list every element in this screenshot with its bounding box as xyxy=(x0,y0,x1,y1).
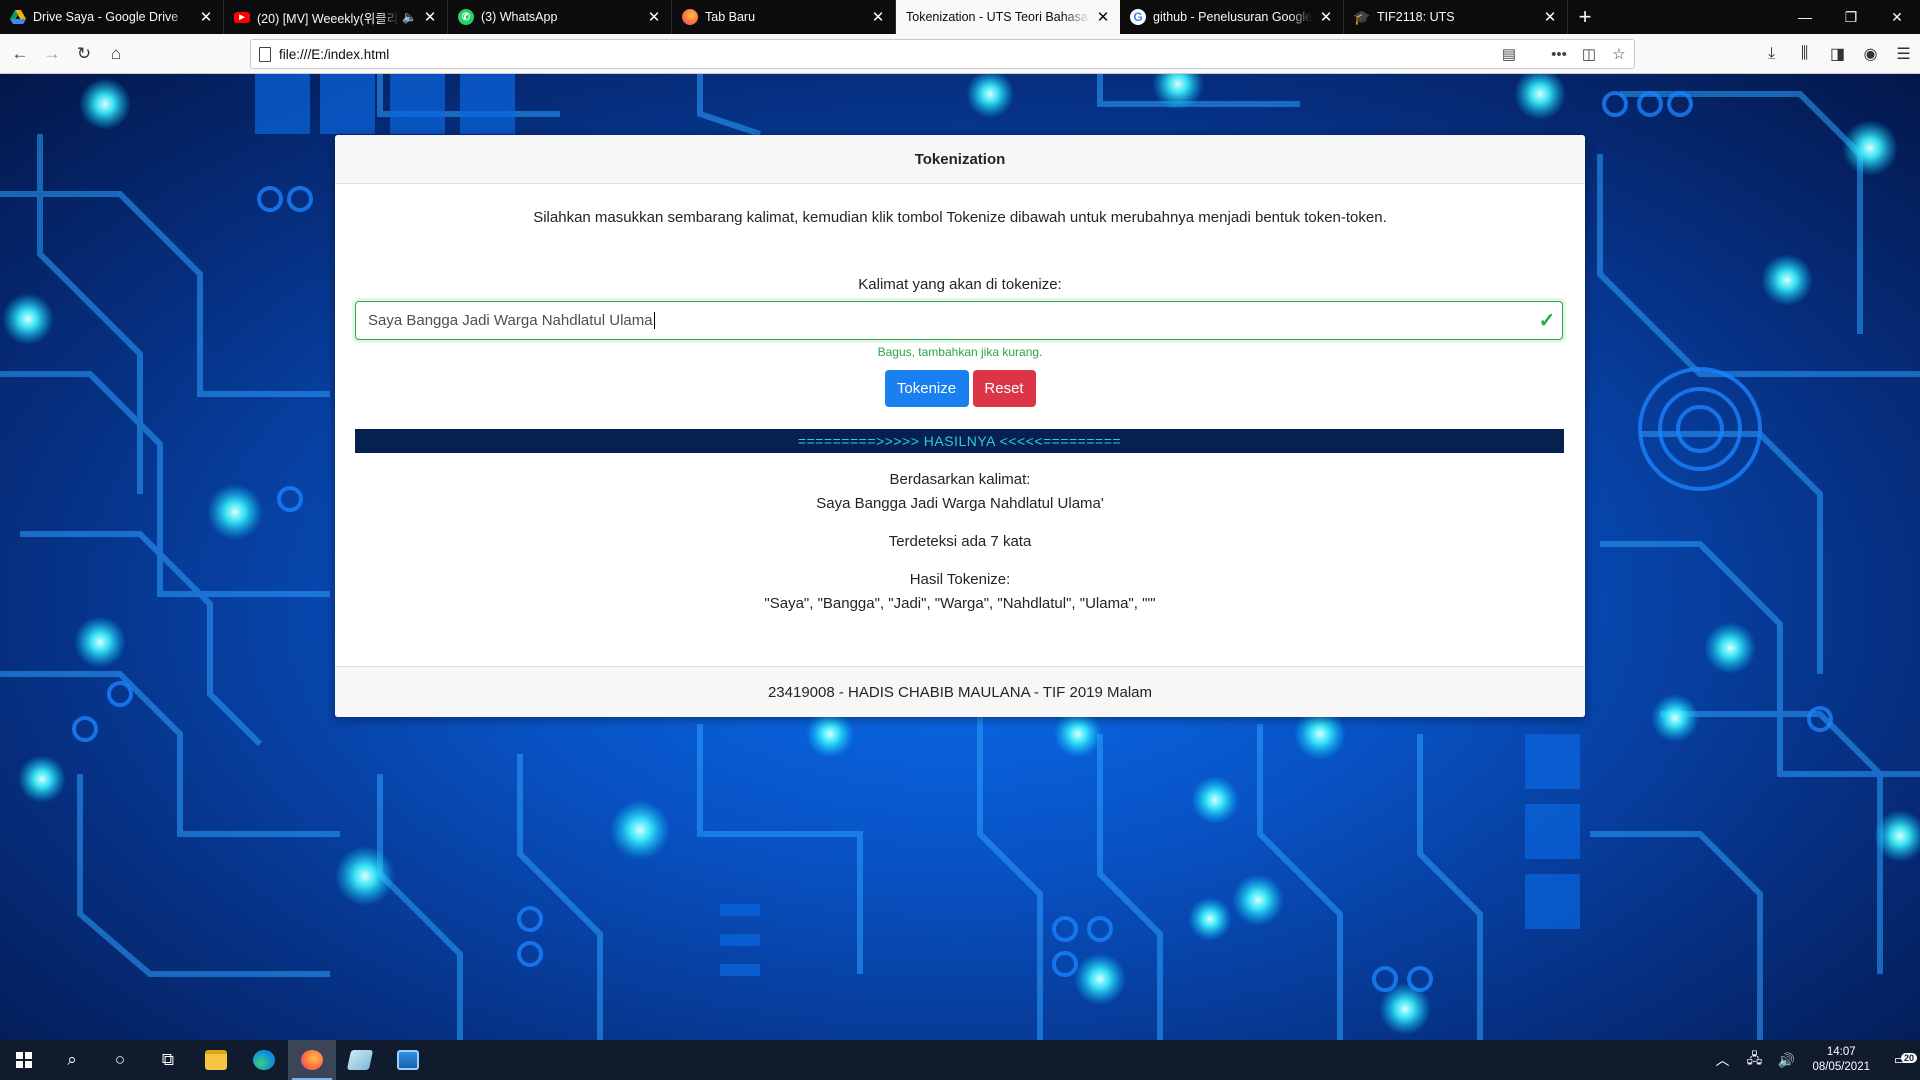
clock[interactable]: 14:07 08/05/2021 xyxy=(1802,1045,1880,1075)
result-banner: =========>>>>> HASILNYA <<<<<========= xyxy=(355,429,1564,453)
tab-title: (20) [MV] Weeekly(위클리) _ Z xyxy=(257,11,401,26)
tokenize-button[interactable]: Tokenize xyxy=(884,370,969,407)
home-icon[interactable]: ⌂ xyxy=(100,38,132,70)
sentence-input[interactable]: Saya Bangga Jadi Warga Nahdlatul Ulama ✓ xyxy=(355,301,1563,340)
bookmark-star-icon[interactable]: ☆ xyxy=(1604,45,1634,63)
reader-view-icon[interactable]: ▤ xyxy=(1494,45,1524,63)
speaker-icon[interactable]: 🔈 xyxy=(402,10,417,24)
reload-icon[interactable]: ↻ xyxy=(68,38,100,70)
tray-expand-icon[interactable]: ︿ xyxy=(1706,1050,1738,1070)
menu-icon[interactable]: ☰ xyxy=(1887,38,1920,70)
page-viewport: Tokenization Silahkan masukkan sembarang… xyxy=(0,74,1920,1040)
pocket-icon[interactable]: ◫ xyxy=(1574,45,1604,63)
taskbar: ⌕ ○ ⧉ ︿ 🖧 🔊 14:07 08/05/2021 ▭ 20 xyxy=(0,1040,1920,1080)
valid-check-icon: ✓ xyxy=(1538,310,1556,332)
restore-icon[interactable]: ❐ xyxy=(1828,0,1874,34)
result-section: Berdasarkan kalimat: Saya Bangga Jadi Wa… xyxy=(335,468,1585,630)
close-icon[interactable]: ✕ xyxy=(1541,8,1559,26)
volume-icon[interactable]: 🔊 xyxy=(1770,1052,1802,1069)
url-text[interactable]: file:///E:/index.html xyxy=(279,47,1494,62)
google-icon: G xyxy=(1130,9,1146,25)
whatsapp-icon: ✆ xyxy=(458,9,474,25)
edge-icon[interactable] xyxy=(240,1040,288,1080)
sidebar-icon[interactable]: ◨ xyxy=(1821,38,1854,70)
valid-feedback: Bagus, tambahkan jika kurang. xyxy=(877,345,1043,359)
card-footer: 23419008 - HADIS CHABIB MAULANA - TIF 20… xyxy=(335,666,1585,717)
tab-google-drive[interactable]: Drive Saya - Google Drive ✕ xyxy=(0,0,224,34)
sentence-input-value[interactable]: Saya Bangga Jadi Warga Nahdlatul Ulama xyxy=(368,312,1532,330)
photos-icon[interactable] xyxy=(384,1040,432,1080)
toolbar-right: ⤓ ⫼ ◨ ◉ ☰ xyxy=(1755,38,1920,70)
firefox-taskbar-icon[interactable] xyxy=(288,1040,336,1080)
tab-google-search[interactable]: G github - Penelusuran Google ✕ xyxy=(1120,0,1344,34)
tokens-label: Hasil Tokenize: xyxy=(909,571,1011,588)
page-icon xyxy=(259,46,271,62)
library-icon[interactable]: ⫼ xyxy=(1788,38,1821,70)
tab-whatsapp[interactable]: ✆ (3) WhatsApp ✕ xyxy=(448,0,672,34)
tab-youtube[interactable]: ▶ (20) [MV] Weeekly(위클리) _ Z 🔈 ✕ xyxy=(224,0,448,34)
word-count-text: Terdeteksi ada 7 kata xyxy=(888,533,1032,550)
input-sentence-echo: Saya Bangga Jadi Warga Nahdlatul Ulama' xyxy=(816,495,1104,512)
nav-bar: ← → ↻ ⌂ file:///E:/index.html ▤ ••• ◫ ☆ … xyxy=(0,34,1920,74)
text-caret xyxy=(653,312,655,330)
notepad-icon[interactable] xyxy=(336,1040,384,1080)
based-on-label: Berdasarkan kalimat: xyxy=(889,471,1031,488)
moodle-icon: 🎓 xyxy=(1353,8,1371,25)
reset-button[interactable]: Reset xyxy=(972,370,1036,407)
task-view-icon[interactable]: ⧉ xyxy=(144,1040,192,1080)
new-tab-button[interactable]: + xyxy=(1568,0,1602,34)
window-controls: — ❐ ✕ xyxy=(1782,0,1920,34)
clock-date: 08/05/2021 xyxy=(1812,1061,1870,1073)
button-group: Tokenize Reset xyxy=(335,370,1585,407)
youtube-icon: ▶ xyxy=(234,11,250,23)
network-icon[interactable]: 🖧 xyxy=(1738,1048,1770,1072)
windows-start-icon[interactable] xyxy=(0,1040,48,1080)
input-label: Kalimat yang akan di tokenize: xyxy=(858,276,1062,293)
cortana-icon[interactable]: ○ xyxy=(96,1040,144,1080)
tab-title: github - Penelusuran Google xyxy=(1153,10,1313,24)
tab-title: (3) WhatsApp xyxy=(481,10,558,24)
more-actions-icon[interactable]: ••• xyxy=(1544,46,1574,63)
tokenization-card: Tokenization Silahkan masukkan sembarang… xyxy=(335,135,1585,717)
download-icon[interactable]: ⤓ xyxy=(1755,38,1788,70)
tab-tokenization[interactable]: Tokenization - UTS Teori Bahasa dan ✕ xyxy=(896,0,1120,34)
system-tray: ︿ 🖧 🔊 14:07 08/05/2021 ▭ 20 xyxy=(1706,1040,1920,1080)
close-icon[interactable]: ✕ xyxy=(197,8,215,26)
back-icon[interactable]: ← xyxy=(4,38,36,70)
tab-title: Tab Baru xyxy=(705,10,756,24)
card-title: Tokenization xyxy=(335,135,1585,184)
tab-moodle[interactable]: 🎓 TIF2118: UTS ✕ xyxy=(1344,0,1568,34)
tab-new[interactable]: Tab Baru ✕ xyxy=(672,0,896,34)
file-explorer-icon[interactable] xyxy=(192,1040,240,1080)
search-icon[interactable]: ⌕ xyxy=(48,1040,96,1080)
minimize-icon[interactable]: — xyxy=(1782,0,1828,34)
firefox-icon xyxy=(682,9,698,25)
tab-title: Drive Saya - Google Drive xyxy=(33,10,179,24)
close-icon[interactable]: ✕ xyxy=(421,8,439,26)
close-icon[interactable]: ✕ xyxy=(1094,8,1112,26)
tab-title: Tokenization - UTS Teori Bahasa dan xyxy=(906,10,1090,24)
forward-icon[interactable]: → xyxy=(36,38,68,70)
account-icon[interactable]: ◉ xyxy=(1854,38,1887,70)
tab-title: TIF2118: UTS xyxy=(1377,10,1455,24)
close-icon[interactable]: ✕ xyxy=(645,8,663,26)
close-window-icon[interactable]: ✕ xyxy=(1874,0,1920,34)
intro-text: Silahkan masukkan sembarang kalimat, kem… xyxy=(533,209,1387,226)
address-bar[interactable]: file:///E:/index.html ▤ ••• ◫ ☆ xyxy=(250,39,1635,69)
close-icon[interactable]: ✕ xyxy=(869,8,887,26)
notification-count: 20 xyxy=(1900,1053,1917,1063)
notification-center-icon[interactable]: ▭ 20 xyxy=(1880,1052,1920,1068)
google-drive-icon xyxy=(10,9,26,25)
tab-strip: Drive Saya - Google Drive ✕ ▶ (20) [MV] … xyxy=(0,0,1920,34)
tokens-output: "Saya", "Bangga", "Jadi", "Warga", "Nahd… xyxy=(764,595,1156,612)
close-icon[interactable]: ✕ xyxy=(1317,8,1335,26)
clock-time: 14:07 xyxy=(1826,1046,1856,1058)
